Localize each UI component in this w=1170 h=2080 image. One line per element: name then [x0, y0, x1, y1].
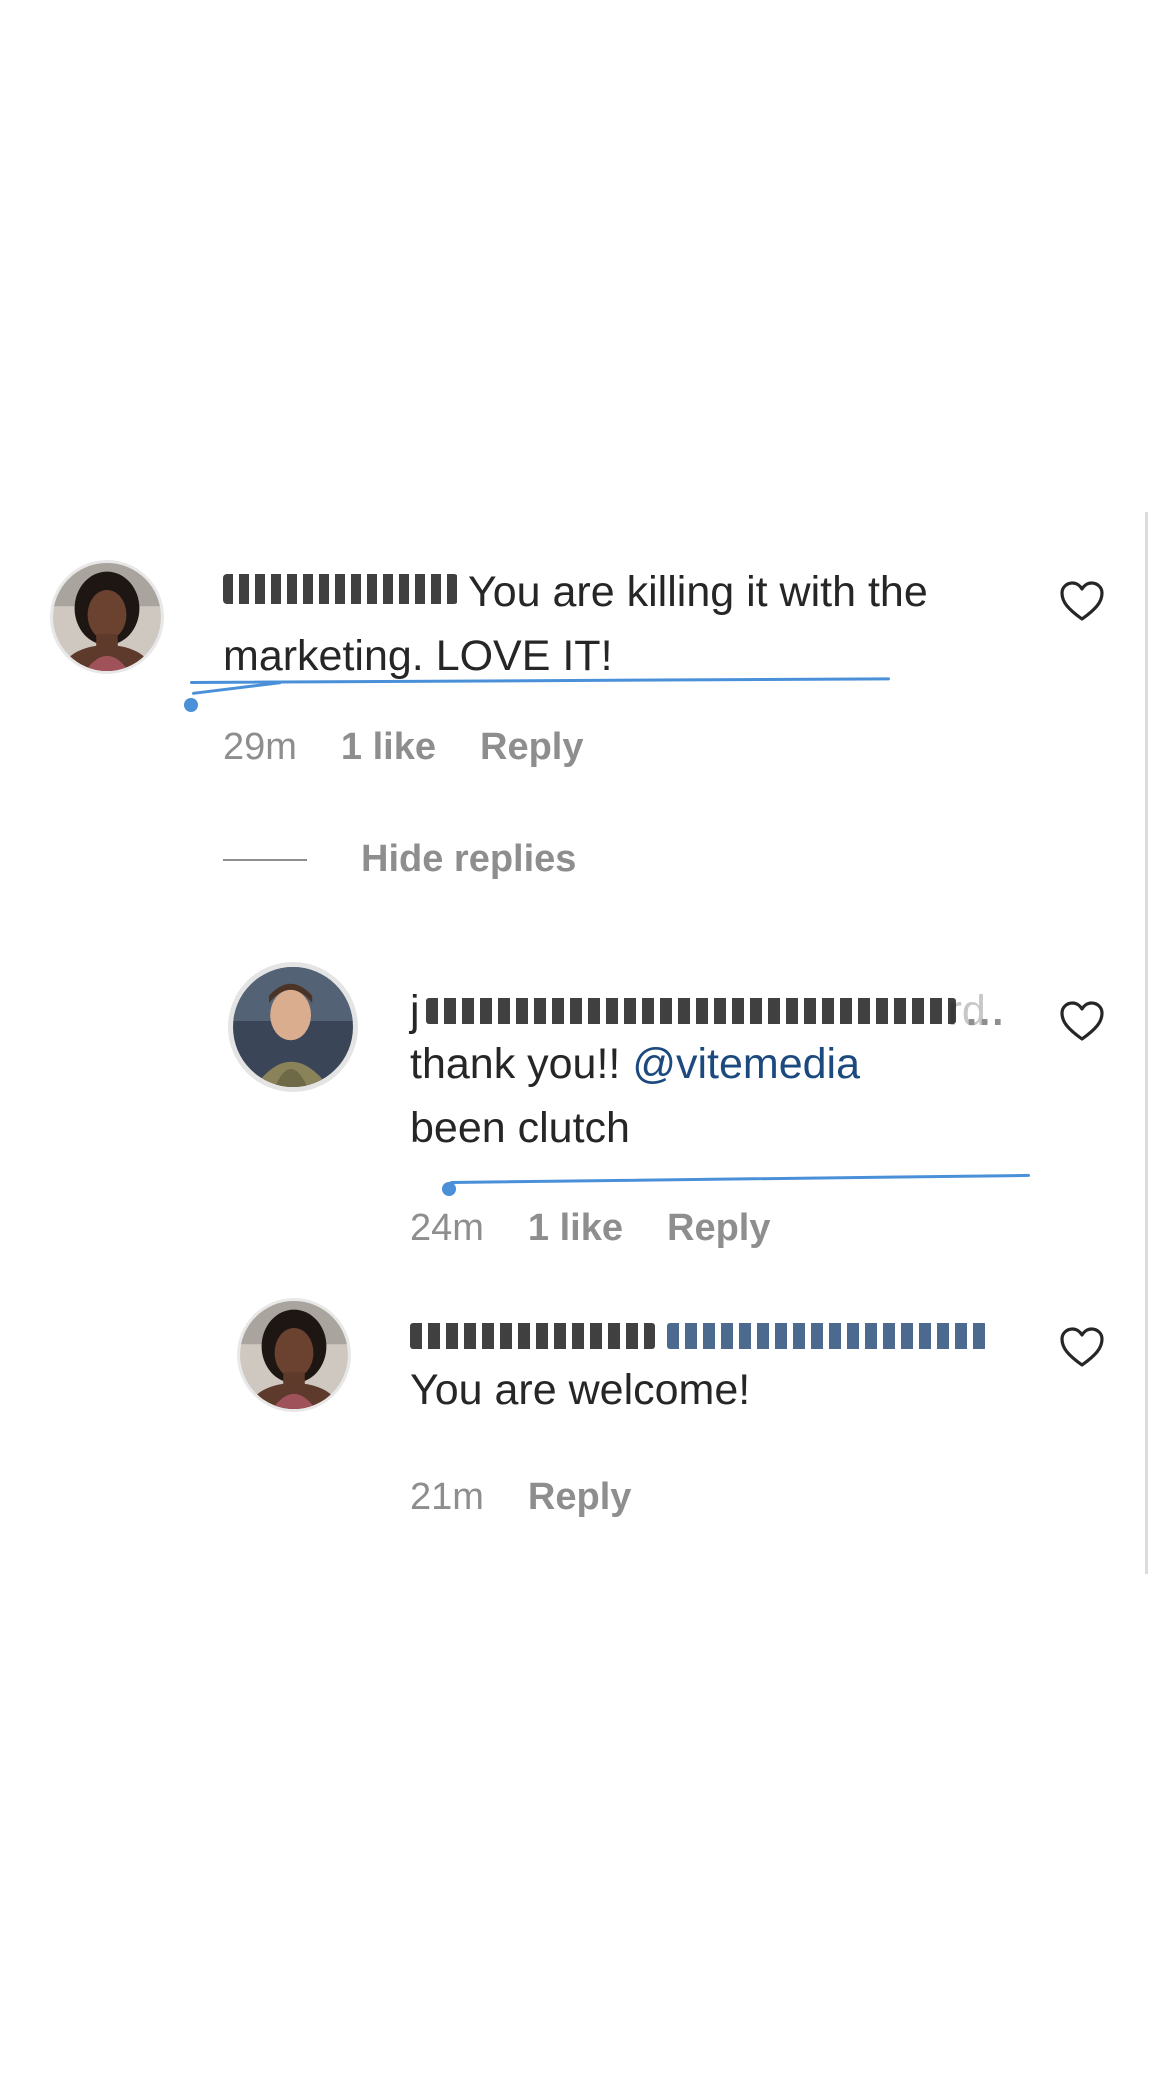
reply-meta-1: 24m 1 like Reply [410, 1207, 814, 1250]
reply-button[interactable]: Reply [480, 726, 583, 769]
reply-likes[interactable]: 1 like [528, 1207, 623, 1250]
redacted-username [223, 573, 458, 604]
comment-likes[interactable]: 1 like [341, 726, 436, 769]
reply-button[interactable]: Reply [667, 1207, 770, 1250]
reply-text-prefix: thank you!! [410, 1040, 633, 1088]
reply-time: 21m [410, 1476, 484, 1518]
like-heart-icon[interactable] [1058, 1324, 1106, 1372]
reply-meta-2: 21m Reply [410, 1476, 675, 1519]
reply-text-suffix: been clutch [410, 1104, 630, 1152]
annotation-underline [449, 1173, 1030, 1184]
comment-time: 29m [223, 726, 297, 768]
hide-replies-label[interactable]: Hide replies [361, 838, 576, 881]
avatar-photo-woman-icon [240, 1301, 348, 1409]
reply-time: 24m [410, 1207, 484, 1249]
reply-button[interactable]: Reply [528, 1476, 631, 1519]
reply-username-1[interactable]: j rd [410, 985, 986, 1037]
like-heart-icon[interactable] [1058, 998, 1106, 1046]
annotation-dot [442, 1182, 456, 1196]
avatar-photo-woman-icon [53, 563, 161, 671]
hide-replies-toggle[interactable]: Hide replies [223, 838, 576, 881]
comment-body: You are killing it with the marketing. L… [223, 560, 1003, 688]
annotation-dot [184, 698, 198, 712]
reply-body-1: thank you!! @vitemedia been clutch [410, 1032, 970, 1160]
reply-text: You are welcome! [410, 1366, 751, 1414]
redacted-username-bar [410, 1323, 655, 1349]
reply-username-2[interactable] [410, 1310, 987, 1362]
mention-link[interactable]: @vitemedia [632, 1040, 860, 1088]
reply-username-visible: j [410, 986, 420, 1035]
like-heart-icon[interactable] [1058, 578, 1106, 626]
hide-replies-line [223, 858, 307, 861]
redacted-mention-bar [667, 1323, 987, 1349]
reply-body-2: You are welcome! [410, 1358, 970, 1422]
redacted-username-bar [425, 998, 956, 1024]
screenshot-edge [1145, 512, 1148, 1574]
more-options-icon[interactable]: ... [966, 990, 1005, 1035]
avatar-photo-man-icon [233, 967, 353, 1087]
reply-avatar-2[interactable] [237, 1298, 351, 1412]
reply-avatar-1[interactable] [228, 962, 358, 1092]
commenter-avatar[interactable] [50, 560, 164, 674]
comment-meta: 29m 1 like Reply [223, 726, 627, 769]
